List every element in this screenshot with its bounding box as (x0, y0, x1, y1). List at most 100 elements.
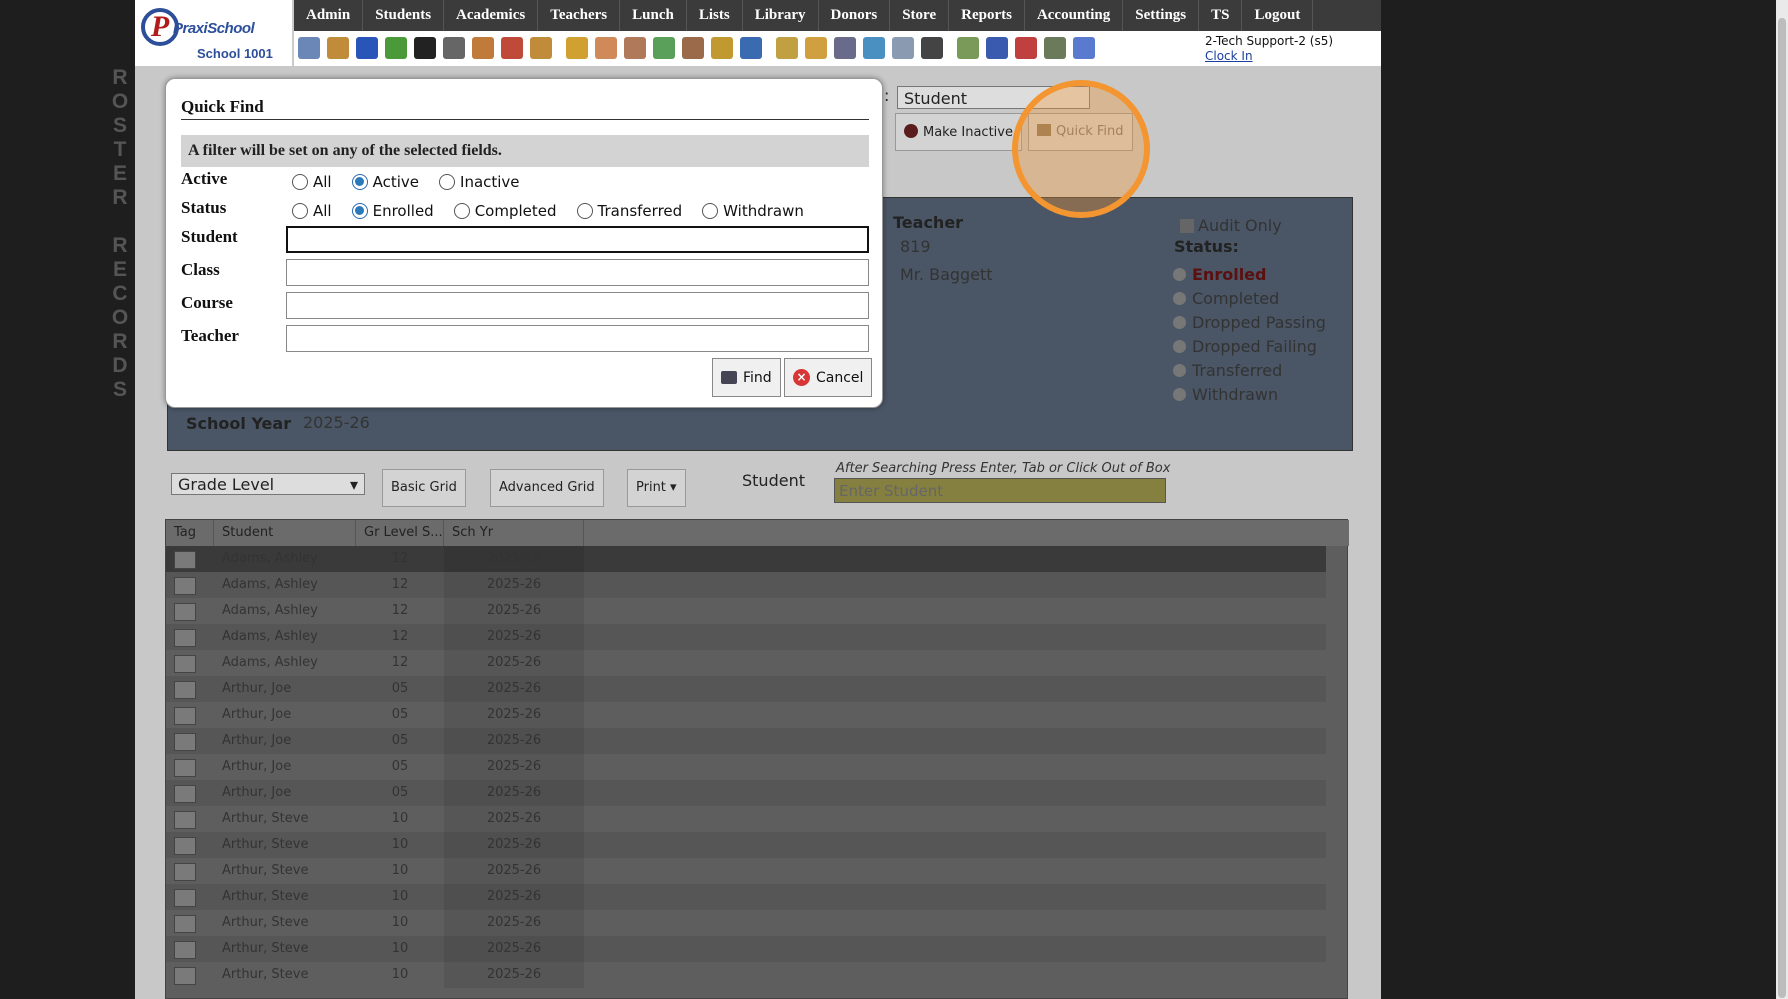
status-option[interactable]: Withdrawn (1173, 382, 1326, 406)
course-input[interactable] (286, 292, 869, 319)
tag-cell[interactable] (166, 650, 214, 676)
tag-cell[interactable] (166, 806, 214, 832)
radio-circle[interactable] (702, 203, 719, 219)
table-row[interactable]: Arthur, Steve 10 2025-26 (166, 806, 1326, 832)
power-icon[interactable] (1073, 37, 1095, 59)
phone-icon[interactable] (414, 37, 436, 59)
tag-cell[interactable] (166, 546, 214, 572)
tag-cell[interactable] (166, 598, 214, 624)
tag-checkbox[interactable] (174, 759, 196, 777)
status-radio-enrolled[interactable]: Enrolled (351, 202, 434, 220)
radio-circle[interactable] (292, 203, 308, 219)
pdf-icon[interactable] (986, 37, 1008, 59)
form-icon[interactable] (472, 37, 494, 59)
tag-checkbox[interactable] (174, 941, 196, 959)
clock-in-link[interactable]: Clock In (1205, 49, 1333, 64)
active-radio-active[interactable]: Active (351, 173, 419, 191)
menu-academics[interactable]: Academics (444, 0, 539, 31)
tag-checkbox[interactable] (174, 629, 196, 647)
tag-checkbox[interactable] (174, 785, 196, 803)
tag-cell[interactable] (166, 832, 214, 858)
print-button[interactable]: Print ▾ (627, 469, 686, 507)
tag-cell[interactable] (166, 702, 214, 728)
page-scrollbar[interactable] (1776, 0, 1788, 999)
export-icon[interactable] (776, 37, 798, 59)
menu-teachers[interactable]: Teachers (538, 0, 621, 31)
tag-cell[interactable] (166, 676, 214, 702)
tag-cell[interactable] (166, 728, 214, 754)
status-option[interactable]: Completed (1173, 286, 1326, 310)
tag-checkbox[interactable] (174, 863, 196, 881)
card-icon[interactable] (892, 37, 914, 59)
advanced-grid-button[interactable]: Advanced Grid (490, 469, 604, 507)
student-search-input[interactable]: Enter Student (834, 478, 1166, 503)
table-row[interactable]: Arthur, Steve 10 2025-26 (166, 936, 1326, 962)
status-option[interactable]: Dropped Passing (1173, 310, 1326, 334)
at-icon[interactable] (356, 37, 378, 59)
table-row[interactable]: Arthur, Joe 05 2025-26 (166, 728, 1326, 754)
tag-checkbox[interactable] (174, 837, 196, 855)
table-row[interactable]: Arthur, Joe 05 2025-26 (166, 754, 1326, 780)
grid-column-header[interactable]: Gr Level S... (356, 520, 444, 546)
audit-only-checkbox[interactable]: Audit Only (1180, 216, 1282, 235)
user-icon[interactable] (566, 37, 588, 59)
ap-icon[interactable] (957, 37, 979, 59)
tag-cell[interactable] (166, 858, 214, 884)
tag-cell[interactable] (166, 624, 214, 650)
tag-cell[interactable] (166, 936, 214, 962)
table-row[interactable]: Arthur, Joe 05 2025-26 (166, 702, 1326, 728)
tag-checkbox[interactable] (174, 681, 196, 699)
tag-checkbox[interactable] (174, 577, 196, 595)
teacher-input[interactable] (286, 325, 869, 352)
tag-checkbox[interactable] (174, 889, 196, 907)
lunch-icon[interactable] (682, 37, 704, 59)
list-icon[interactable] (863, 37, 885, 59)
group-icon[interactable] (653, 37, 675, 59)
find-button[interactable]: Find (712, 358, 781, 397)
calendar-grid-icon[interactable] (327, 37, 349, 59)
active-radio-all[interactable]: All (292, 173, 332, 191)
tag-cell[interactable] (166, 884, 214, 910)
table-row[interactable]: Arthur, Steve 10 2025-26 (166, 910, 1326, 936)
logo[interactable]: P PraxiSchool School 1001 (135, 0, 293, 66)
status-radio-transferred[interactable]: Transferred (576, 202, 682, 220)
radio-circle[interactable] (351, 203, 368, 219)
tag-cell[interactable] (166, 780, 214, 806)
cash-icon[interactable] (1015, 37, 1037, 59)
status-option[interactable]: Enrolled (1173, 262, 1326, 286)
table-row[interactable]: Adams, Ashley 12 2025-26 (166, 546, 1326, 572)
table-row[interactable]: Adams, Ashley 12 2025-26 (166, 650, 1326, 676)
table-row[interactable]: Arthur, Steve 10 2025-26 (166, 858, 1326, 884)
menu-reports[interactable]: Reports (949, 0, 1025, 31)
megaphone-icon[interactable] (530, 37, 552, 59)
tag-cell[interactable] (166, 572, 214, 598)
table-row[interactable]: Arthur, Steve 10 2025-26 (166, 832, 1326, 858)
tag-checkbox[interactable] (174, 551, 196, 569)
status-radio-all[interactable]: All (292, 202, 332, 220)
class-input[interactable] (286, 259, 869, 286)
grade-level-select[interactable]: Grade Level ▾ (171, 473, 365, 495)
table-row[interactable]: Arthur, Steve 10 2025-26 (166, 884, 1326, 910)
make-inactive-button[interactable]: Make Inactive (895, 113, 1022, 151)
tag-cell[interactable] (166, 910, 214, 936)
menu-store[interactable]: Store (890, 0, 950, 31)
tag-checkbox[interactable] (174, 811, 196, 829)
clock-icon[interactable] (834, 37, 856, 59)
user-alt-icon[interactable] (595, 37, 617, 59)
status-radio-withdrawn[interactable]: Withdrawn (702, 202, 804, 220)
cancel-button[interactable]: × Cancel (784, 358, 873, 397)
table-row[interactable]: Adams, Ashley 12 2025-26 (166, 598, 1326, 624)
menu-accounting[interactable]: Accounting (1025, 0, 1124, 31)
tag-checkbox[interactable] (174, 915, 196, 933)
status-option[interactable]: Dropped Failing (1173, 334, 1326, 358)
tag-cell[interactable] (166, 754, 214, 780)
status-option[interactable]: Transferred (1173, 358, 1326, 382)
book-icon[interactable] (711, 37, 733, 59)
speaker-icon[interactable] (443, 37, 465, 59)
tag-checkbox[interactable] (174, 603, 196, 621)
printer-icon[interactable] (921, 37, 943, 59)
status-radio-completed[interactable]: Completed (453, 202, 557, 220)
help-icon[interactable] (1044, 37, 1066, 59)
basic-grid-button[interactable]: Basic Grid (382, 469, 466, 507)
table-row[interactable]: Arthur, Steve 10 2025-26 (166, 962, 1326, 988)
